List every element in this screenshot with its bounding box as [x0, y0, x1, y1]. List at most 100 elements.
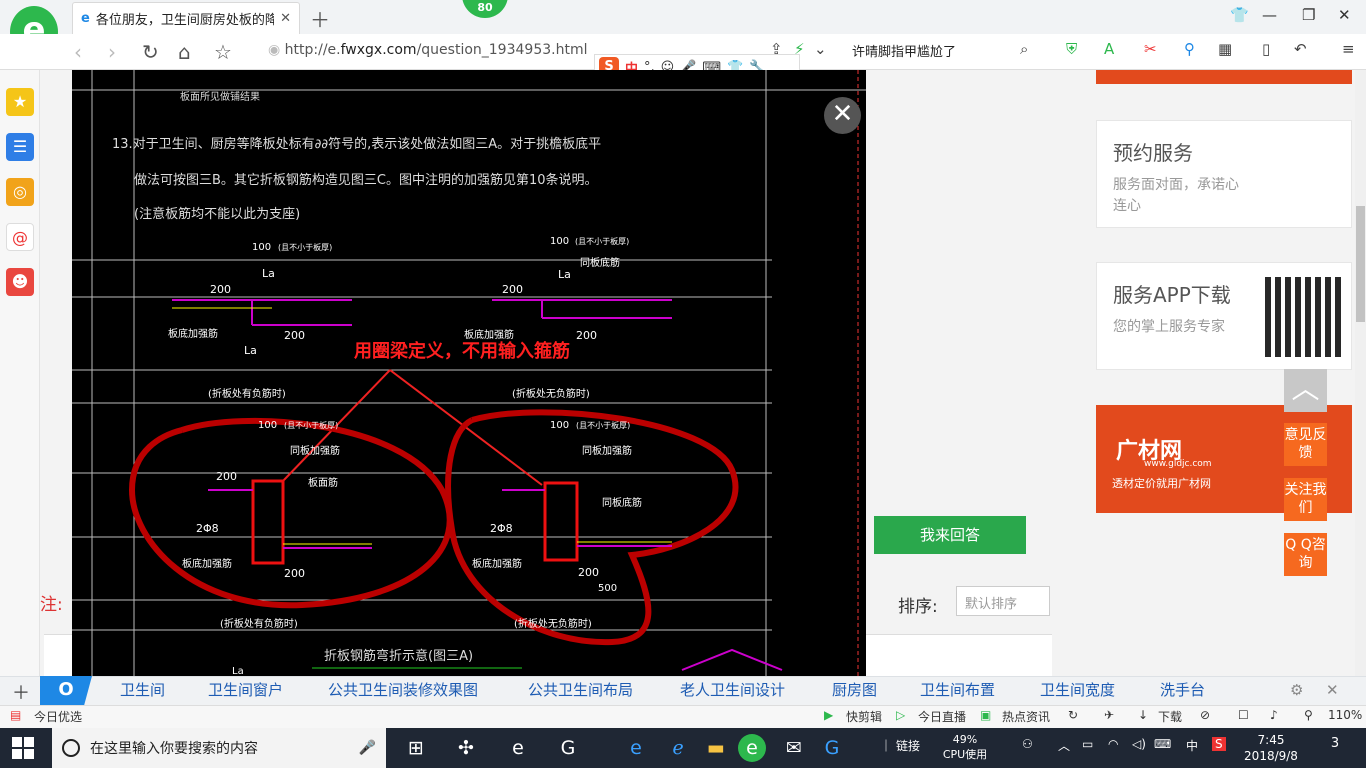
la-a: La: [262, 267, 275, 280]
hot-link[interactable]: 老人卫生间设计: [680, 676, 785, 705]
today-picks[interactable]: 今日优选: [34, 708, 82, 725]
menu-icon[interactable]: ≡: [1342, 40, 1355, 58]
hot-link[interactable]: 卫生间布置: [920, 676, 995, 705]
image-viewer[interactable]: 板面所见做铺结果 13.对于卫生间、厨房等降板处标有∂∂符号的,表示该处做法如图…: [72, 70, 866, 676]
status-item[interactable]: 快剪辑: [846, 708, 882, 725]
cpu-meter[interactable]: 49% CPU使用: [928, 732, 1002, 762]
maximize-button[interactable]: ❐: [1302, 6, 1315, 24]
keyboard-icon[interactable]: ⌨: [1154, 737, 1171, 751]
clock[interactable]: 7:45 2018/9/8: [1238, 732, 1304, 764]
answer-button[interactable]: 我来回答: [874, 516, 1026, 554]
links-label[interactable]: 链接: [896, 737, 920, 754]
task-view-icon[interactable]: ⊞: [402, 734, 430, 762]
cad-drawing: 板面所见做铺结果 13.对于卫生间、厨房等降板处标有∂∂符号的,表示该处做法如图…: [72, 70, 866, 676]
home-button[interactable]: ⌂: [178, 40, 191, 64]
scissors-icon[interactable]: ✂: [1144, 40, 1157, 58]
taskbar-search-input[interactable]: 在这里输入你要搜索的内容 🎤: [52, 728, 386, 768]
folder-icon[interactable]: ▬: [702, 734, 730, 762]
download-label[interactable]: 下载: [1158, 708, 1182, 725]
appointment-card[interactable]: 预约服务 服务面对面，承诺心连心: [1096, 120, 1352, 228]
settings-icon[interactable]: ⚙: [1290, 676, 1303, 705]
chevron-up-icon[interactable]: ︿: [1058, 737, 1070, 754]
close-window-button[interactable]: ✕: [1338, 6, 1351, 24]
star-icon[interactable]: ★: [6, 88, 34, 116]
scrollbar[interactable]: [1355, 70, 1366, 676]
gift-icon[interactable]: ▤: [10, 708, 21, 722]
pin-icon[interactable]: ✈: [1104, 708, 1114, 722]
fan-icon[interactable]: ✣: [452, 734, 480, 762]
back-button[interactable]: ‹: [74, 40, 82, 64]
mail-icon[interactable]: @: [6, 223, 34, 251]
follow-us-button[interactable]: 关注我们: [1284, 478, 1327, 521]
back-to-top-button[interactable]: ︿: [1284, 369, 1327, 412]
not-less-d: (且不小于板厚): [576, 420, 630, 430]
phone-icon[interactable]: ▯: [1262, 40, 1270, 58]
ime-indicator[interactable]: 中: [1186, 737, 1198, 754]
browser-360-icon[interactable]: e: [738, 734, 766, 762]
people-icon[interactable]: ⚇: [1022, 737, 1033, 751]
apps-icon[interactable]: ▦: [1218, 40, 1232, 58]
weibo-icon[interactable]: ◎: [6, 178, 34, 206]
undo-icon[interactable]: ↶: [1294, 40, 1307, 58]
search-input[interactable]: 许晴脚指甲尴尬了: [852, 41, 1040, 60]
status-item[interactable]: 热点资讯: [1002, 708, 1050, 725]
close-viewer-button[interactable]: ✕: [824, 97, 861, 134]
new-tab-button[interactable]: ＋: [310, 4, 330, 33]
battery-icon[interactable]: ▭: [1082, 737, 1093, 751]
sort-select[interactable]: 默认排序: [956, 586, 1050, 616]
favorite-star-button[interactable]: ☆: [214, 40, 232, 64]
cleanup-icon[interactable]: ⊘: [1200, 708, 1210, 722]
hot-link[interactable]: 卫生间: [120, 676, 165, 705]
internet-explorer-icon[interactable]: ℯ: [664, 734, 692, 762]
scrollbar-thumb[interactable]: [1356, 206, 1365, 322]
status-item[interactable]: 今日直播: [918, 708, 966, 725]
browser-tab[interactable]: e 各位朋友，卫生间厨房处板的降 ✕: [72, 2, 300, 34]
sound-icon[interactable]: ♪: [1270, 708, 1278, 722]
hot-link[interactable]: 卫生间宽度: [1040, 676, 1115, 705]
close-hotbar-icon[interactable]: ✕: [1326, 676, 1339, 705]
wifi-icon[interactable]: ◠: [1108, 737, 1118, 751]
ie-edge-icon[interactable]: e: [622, 734, 650, 762]
hot-link[interactable]: 洗手台: [1160, 676, 1205, 705]
qq-consult-button[interactable]: Q Q咨询: [1284, 533, 1327, 576]
detail-top-left: 100 (且不小于板厚) La 200 200 板底加强筋 La (折板处有负筋…: [168, 242, 352, 400]
hot-link[interactable]: 厨房图: [832, 676, 877, 705]
chevron-down-icon[interactable]: ⌄: [814, 40, 827, 58]
list-icon[interactable]: ☰: [6, 133, 34, 161]
volume-icon[interactable]: ◁): [1132, 737, 1146, 751]
add-icon[interactable]: ＋: [12, 679, 30, 705]
feedback-button[interactable]: 意见反馈: [1284, 423, 1327, 466]
zoom-icon[interactable]: ⚲: [1184, 40, 1195, 58]
search-logo-icon[interactable]: O: [40, 676, 92, 705]
plate-rebar-c: 板底加强筋: [182, 557, 232, 570]
zoom-level[interactable]: 110%: [1328, 708, 1362, 722]
address-bar[interactable]: ◉ http://e.fwxgx.com/question_1934953.ht…: [268, 42, 587, 58]
shirt-icon[interactable]: 👕: [1230, 6, 1249, 24]
edge-icon[interactable]: e: [504, 734, 532, 762]
minimize-button[interactable]: —: [1262, 6, 1277, 24]
glodon-icon[interactable]: G: [554, 734, 582, 762]
forward-button[interactable]: ›: [108, 40, 116, 64]
glodon-app-icon[interactable]: G: [818, 734, 846, 762]
windows-start-icon[interactable]: [12, 737, 34, 759]
sogou-tray-icon[interactable]: S: [1212, 737, 1226, 751]
hot-link[interactable]: 公共卫生间布局: [528, 676, 633, 705]
hot-link[interactable]: 公共卫生间装修效果图: [328, 676, 478, 705]
hot-link[interactable]: 卫生间窗户: [208, 676, 283, 705]
app-download-card[interactable]: 服务APP下载 您的掌上服务专家: [1096, 262, 1352, 370]
shield-icon[interactable]: ⛨: [1066, 40, 1077, 58]
game-icon[interactable]: ☻: [6, 268, 34, 296]
dim-200-g: 200: [578, 566, 599, 579]
mail-app-icon[interactable]: ✉: [780, 734, 808, 762]
notification-center-icon[interactable]: 3: [1324, 736, 1346, 758]
search-icon[interactable]: ⌕: [1020, 40, 1028, 58]
window-icon[interactable]: ☐: [1238, 708, 1249, 722]
dim-200-a: 200: [210, 283, 231, 296]
close-tab-icon[interactable]: ✕: [280, 11, 291, 26]
translate-icon[interactable]: A: [1104, 40, 1114, 58]
refresh-button[interactable]: ↻: [142, 40, 159, 64]
refresh-status-icon[interactable]: ↻: [1068, 708, 1078, 722]
zoom-icon[interactable]: ⚲: [1304, 708, 1313, 722]
mic-icon[interactable]: 🎤: [359, 740, 376, 756]
download-icon: ↓: [1138, 708, 1149, 722]
